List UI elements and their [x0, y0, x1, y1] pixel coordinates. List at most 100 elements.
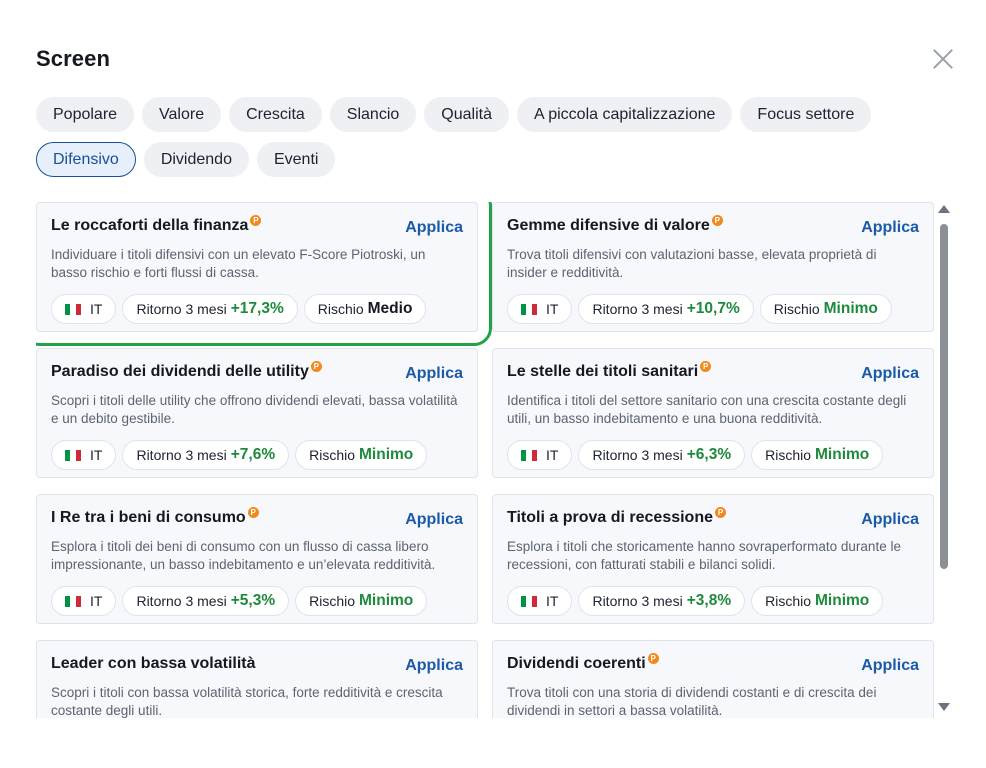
market-tag: IT: [507, 294, 573, 324]
pro-badge-icon: [250, 215, 262, 226]
card-title-text: Leader con bassa volatilità: [51, 655, 256, 672]
card-description: Identifica i titoli del settore sanitari…: [507, 393, 907, 426]
return-tag: Ritorno 3 mesi +7,6%: [122, 440, 290, 470]
market-code: IT: [90, 447, 103, 463]
category-chip[interactable]: Focus settore: [740, 97, 872, 132]
card-title-text: Titoli a prova di recessione: [507, 509, 713, 526]
category-row: Difensivo Dividendo Eventi: [36, 142, 936, 177]
card-header: Titoli a prova di recessione Applica: [507, 507, 919, 533]
card-title: I Re tra i beni di consumo: [51, 507, 259, 527]
market-code: IT: [546, 593, 559, 609]
category-chip[interactable]: Difensivo: [36, 142, 136, 177]
category-chip[interactable]: Qualità: [424, 97, 509, 132]
card-tags: IT Ritorno 3 mesi +17,3% Rischio Medio: [51, 294, 463, 324]
apply-button[interactable]: Applica: [405, 511, 463, 529]
card-title: Paradiso dei dividendi delle utility: [51, 361, 322, 381]
risk-label: Rischio: [317, 301, 364, 317]
screen-card: Leader con bassa volatilità Applica Scopri…: [36, 640, 478, 718]
screen-card: Titoli a prova di recessione Applica Esplo…: [492, 494, 934, 624]
screen-card: Paradiso dei dividendi delle utility Appl…: [36, 348, 478, 478]
card-header: Paradiso dei dividendi delle utility Appl…: [51, 361, 463, 387]
category-chip[interactable]: Popolare: [36, 97, 135, 132]
close-icon[interactable]: [932, 48, 954, 70]
card-header: Gemme difensive di valore Applica: [507, 215, 919, 241]
market-tag: IT: [51, 440, 117, 470]
pro-badge-icon: [715, 507, 726, 518]
category-chip[interactable]: A piccola capitalizzazione: [516, 97, 733, 132]
card-title: Leader con bassa volatilità: [51, 655, 256, 673]
return-label: Ritorno 3 mesi: [136, 301, 227, 317]
market-tag: IT: [507, 440, 573, 470]
return-value: +7,6%: [230, 446, 276, 463]
apply-button[interactable]: Applica: [405, 219, 463, 237]
apply-button[interactable]: Applica: [861, 657, 919, 675]
return-value: +10,7%: [686, 300, 740, 317]
market-code: IT: [90, 593, 103, 609]
pro-badge-icon: [700, 361, 712, 372]
risk-tag: Rischio Minimo: [751, 586, 884, 616]
risk-value: Minimo: [823, 300, 878, 317]
category-chip[interactable]: Slancio: [329, 97, 417, 132]
card-header: Leader con bassa volatilità Applica: [51, 655, 463, 679]
modal-header: Screen: [36, 46, 956, 76]
risk-label: Rischio: [309, 447, 356, 463]
market-code: IT: [546, 301, 559, 317]
card-title: Gemme difensive di valore: [507, 215, 723, 235]
risk-label: Rischio: [309, 593, 356, 609]
scrollbar[interactable]: [938, 205, 950, 717]
category-chip[interactable]: Eventi: [256, 142, 336, 177]
scroll-down-icon[interactable]: [938, 703, 950, 711]
pro-badge-icon: [310, 361, 322, 372]
apply-button[interactable]: Applica: [405, 365, 463, 383]
return-tag: Ritorno 3 mesi +5,3%: [122, 586, 290, 616]
return-label: Ritorno 3 mesi: [136, 447, 227, 463]
return-value: +3,8%: [686, 592, 732, 609]
risk-label: Rischio: [773, 301, 820, 317]
market-tag: IT: [507, 586, 573, 616]
risk-tag: Rischio Minimo: [295, 586, 428, 616]
apply-button[interactable]: Applica: [405, 657, 463, 675]
card-title: Le roccaforti della finanza: [51, 215, 262, 235]
card-header: Dividendi coerenti Applica: [507, 653, 919, 679]
apply-button[interactable]: Applica: [861, 219, 919, 237]
pro-badge-icon: [647, 653, 659, 664]
card-title-text: Gemme difensive di valore: [507, 217, 710, 234]
screen-card: Dividendi coerenti Applica Trova titoli co…: [492, 640, 934, 718]
card-description: Trova titoli con una storia di dividendi…: [507, 685, 877, 718]
italy-flag-icon: [521, 449, 537, 461]
scroll-up-icon[interactable]: [938, 205, 950, 213]
card-header: Le stelle dei titoli sanitari Applica: [507, 361, 919, 387]
market-code: IT: [90, 301, 103, 317]
apply-button[interactable]: Applica: [861, 511, 919, 529]
italy-flag-icon: [521, 303, 537, 315]
market-code: IT: [546, 447, 559, 463]
italy-flag-icon: [65, 303, 81, 315]
italy-flag-icon: [65, 595, 81, 607]
apply-button[interactable]: Applica: [861, 365, 919, 383]
card-title: Titoli a prova di recessione: [507, 507, 726, 527]
card-tags: IT Ritorno 3 mesi +6,3% Rischio Minimo: [507, 440, 919, 470]
return-value: +6,3%: [686, 446, 732, 463]
return-label: Ritorno 3 mesi: [592, 301, 683, 317]
screen-card: Le stelle dei titoli sanitari Applica Iden…: [492, 348, 934, 478]
risk-tag: Rischio Medio: [303, 294, 427, 324]
scrollbar-thumb[interactable]: [940, 224, 948, 569]
category-chip[interactable]: Crescita: [229, 97, 322, 132]
card-header: I Re tra i beni di consumo Applica: [51, 507, 463, 533]
category-chip[interactable]: Valore: [142, 97, 222, 132]
risk-value: Minimo: [359, 592, 414, 609]
screen-list: Le roccaforti della finanza Applica Indivi…: [36, 202, 936, 718]
risk-value: Minimo: [359, 446, 414, 463]
card-title-text: Dividendi coerenti: [507, 655, 646, 672]
category-filter: Popolare Valore Crescita Slancio Qualità A pi…: [36, 97, 936, 187]
risk-tag: Rischio Minimo: [759, 294, 892, 324]
risk-value: Minimo: [815, 446, 870, 463]
market-tag: IT: [51, 586, 117, 616]
italy-flag-icon: [65, 449, 81, 461]
category-chip[interactable]: Dividendo: [143, 142, 249, 177]
risk-value: Medio: [367, 300, 413, 317]
card-description: Esplora i titoli dei beni di consumo con…: [51, 539, 436, 572]
return-label: Ritorno 3 mesi: [592, 593, 683, 609]
pro-badge-icon: [247, 507, 259, 518]
return-tag: Ritorno 3 mesi +10,7%: [578, 294, 754, 324]
